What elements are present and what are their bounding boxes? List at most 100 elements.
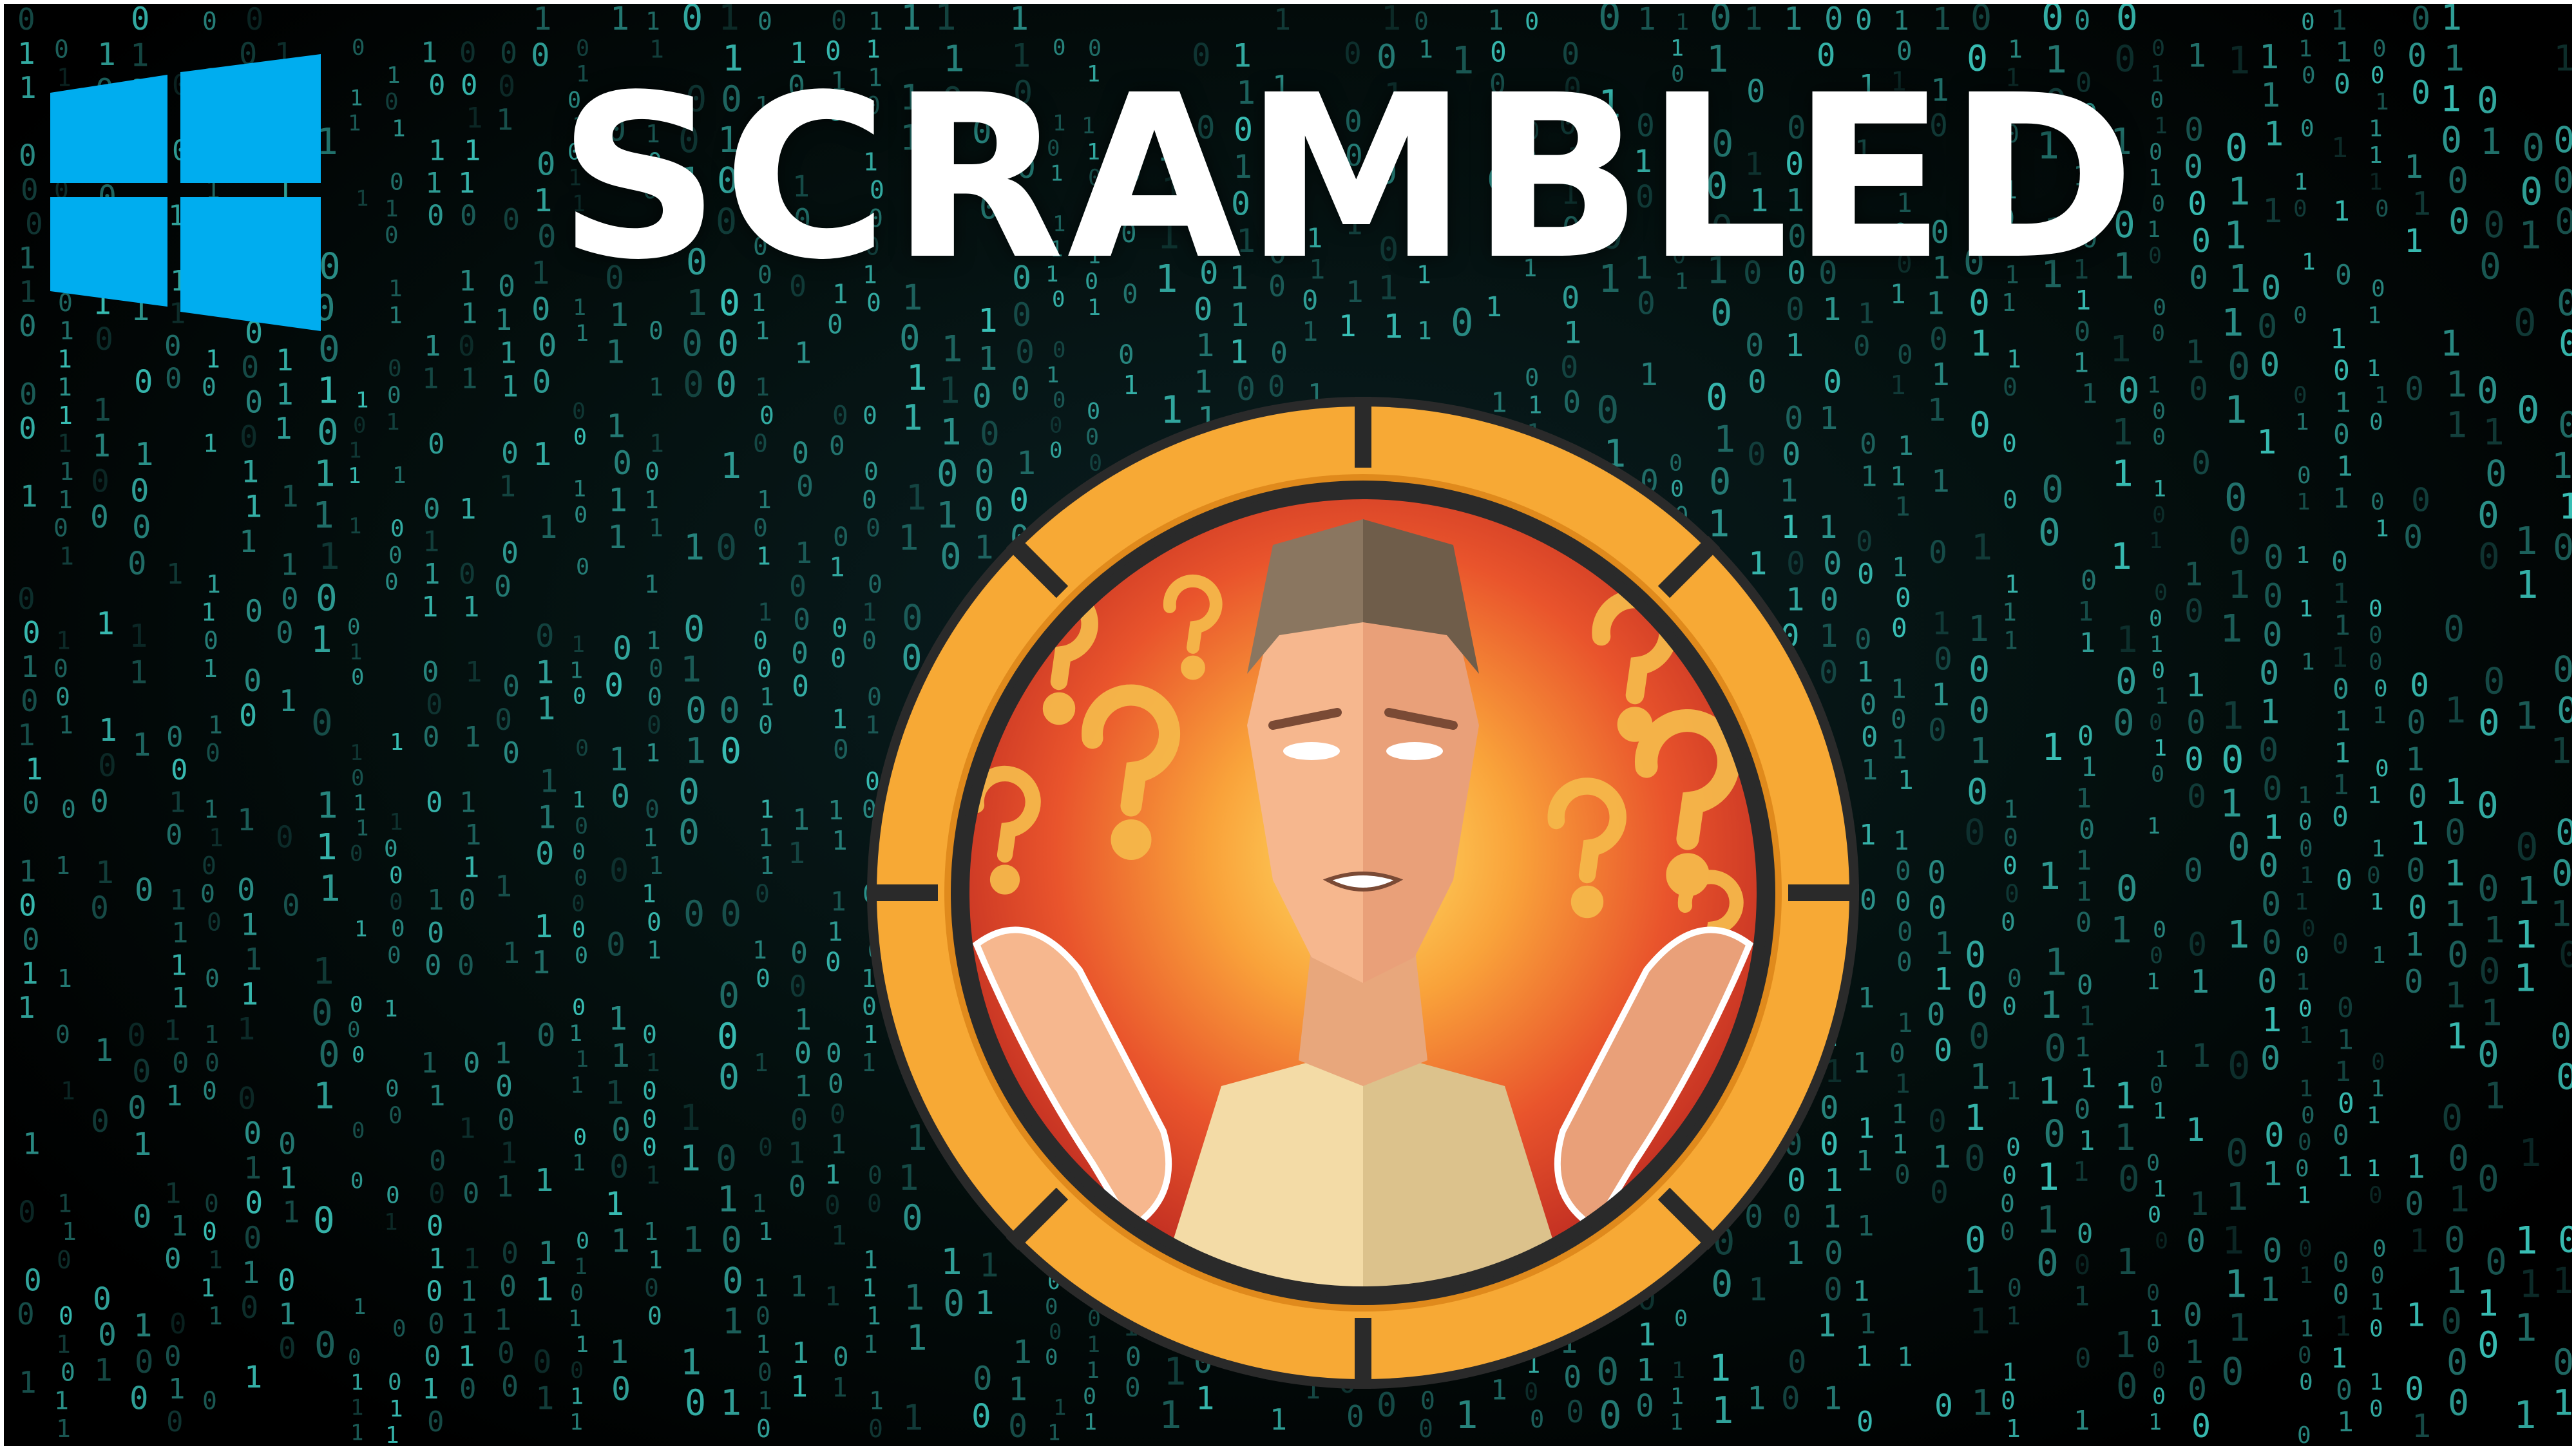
matrix-digit: 1 [533, 4, 552, 37]
matrix-digit: 1 [459, 493, 477, 526]
matrix-digit: 1 [648, 1246, 663, 1274]
matrix-digit: 1 [2370, 1289, 2384, 1315]
matrix-digit: 1 [356, 186, 368, 212]
matrix-digit: 0 [459, 37, 477, 70]
matrix-digit: 1 [2075, 783, 2092, 814]
matrix-digit: 1 [645, 1161, 660, 1190]
matrix-digit: 0 [1928, 1103, 1947, 1140]
matrix-digit: 1 [168, 1373, 186, 1406]
matrix-digit: 1 [421, 37, 438, 70]
matrix-digit: 0 [2150, 943, 2163, 969]
matrix-digit: 0 [1927, 997, 1945, 1033]
matrix-digit: 0 [642, 1133, 657, 1161]
matrix-digit: 0 [1566, 1395, 1584, 1430]
matrix-digit: 0 [1889, 1038, 1905, 1069]
matrix-digit: 0 [2187, 778, 2206, 816]
matrix-digit: 0 [350, 841, 363, 866]
matrix-digit: 0 [129, 1380, 149, 1417]
matrix-digit: 1 [1339, 309, 1357, 343]
matrix-digit: 1 [1932, 1139, 1951, 1175]
matrix-digit: 1 [95, 1033, 113, 1069]
matrix-digit: 1 [755, 373, 770, 401]
matrix-digit: 1 [572, 788, 586, 814]
matrix-digit: 0 [788, 1169, 806, 1203]
matrix-digit: 0 [2186, 704, 2206, 741]
matrix-digit: 0 [793, 603, 810, 637]
matrix-digit: 1 [2147, 814, 2161, 839]
matrix-digit: 0 [2369, 1396, 2383, 1422]
matrix-digit: 1 [1892, 1129, 1908, 1160]
matrix-digit: 0 [2006, 1133, 2021, 1161]
matrix-digit: 0 [494, 569, 511, 604]
matrix-digit: 1 [2114, 1075, 2136, 1117]
matrix-digit: 0 [311, 702, 333, 744]
matrix-digit: 0 [533, 1344, 552, 1380]
matrix-digit: 0 [2264, 539, 2284, 577]
matrix-digit: 0 [21, 173, 39, 207]
matrix-digit: 0 [1270, 336, 1288, 370]
matrix-digit: 1 [1744, 4, 1763, 37]
matrix-digit: 0 [2262, 924, 2282, 962]
matrix-digit: 1 [1927, 392, 1946, 428]
matrix-digit: 1 [2301, 649, 2315, 676]
matrix-digit: 0 [388, 356, 402, 382]
matrix-digit: 1 [2375, 89, 2389, 115]
matrix-digit: 1 [57, 430, 72, 458]
matrix-digit: 0 [572, 995, 586, 1021]
matrix-digit: 0 [2332, 928, 2349, 960]
matrix-digit: 1 [2334, 1056, 2351, 1088]
matrix-digit: 1 [316, 826, 338, 868]
matrix-digit: 0 [570, 1280, 584, 1306]
matrix-digit: 0 [281, 581, 299, 616]
matrix-digit: 1 [2412, 186, 2431, 223]
matrix-digit: 0 [642, 1077, 657, 1105]
matrix-digit: 0 [830, 1098, 846, 1129]
matrix-digit: 0 [2226, 1130, 2249, 1175]
matrix-digit: 1 [1455, 1393, 1478, 1437]
matrix-digit: 1 [19, 854, 37, 889]
matrix-digit: 1 [645, 7, 660, 35]
matrix-digit: 0 [2448, 1382, 2469, 1424]
matrix-digit: 0 [1530, 1406, 1544, 1433]
matrix-digit: 0 [387, 942, 401, 969]
matrix-digit: 0 [682, 323, 703, 364]
matrix-digit: 0 [971, 1398, 991, 1436]
matrix-digit: 0 [2224, 475, 2247, 519]
matrix-digit: 0 [385, 89, 399, 115]
matrix-digit: 1 [94, 1353, 113, 1389]
matrix-digit: 0 [135, 1344, 154, 1380]
matrix-digit: 0 [2479, 951, 2501, 993]
matrix-digit: 0 [757, 654, 772, 683]
matrix-digit: 0 [1008, 1407, 1027, 1445]
matrix-digit: 1 [1487, 5, 1504, 37]
matrix-digit: 0 [2372, 1235, 2387, 1262]
matrix-digit: 0 [423, 493, 441, 526]
matrix-digit: 1 [349, 640, 362, 665]
matrix-digit: 0 [24, 1263, 42, 1297]
matrix-digit: 0 [172, 1047, 189, 1080]
matrix-digit: 1 [2302, 249, 2316, 276]
matrix-digit: 0 [19, 138, 37, 173]
matrix-digit: 0 [2375, 756, 2389, 782]
matrix-digit: 1 [2074, 1405, 2090, 1436]
matrix-digit: 1 [56, 626, 71, 654]
matrix-digit: 0 [2260, 346, 2280, 385]
matrix-digit: 1 [208, 1302, 223, 1330]
matrix-digit: 0 [352, 1118, 365, 1143]
matrix-digit: 1 [2372, 702, 2387, 729]
matrix-digit: 1 [2514, 1393, 2537, 1437]
matrix-digit: 0 [2189, 370, 2208, 408]
matrix-digit: 0 [90, 499, 109, 535]
matrix-digit: 0 [2555, 812, 2576, 853]
matrix-digit: 0 [2152, 425, 2166, 450]
matrix-digit: 0 [501, 536, 519, 570]
matrix-digit: 0 [205, 964, 220, 993]
matrix-digit: 1 [242, 1255, 260, 1291]
matrix-digit: 0 [2146, 1332, 2160, 1358]
matrix-digit: 0 [426, 1275, 443, 1308]
matrix-digit: 0 [2074, 1249, 2090, 1281]
matrix-digit: 1 [2300, 1316, 2314, 1342]
matrix-digit: 0 [2148, 1203, 2161, 1228]
matrix-digit: 0 [2000, 1189, 2015, 1217]
matrix-digit: 0 [1969, 649, 1990, 690]
